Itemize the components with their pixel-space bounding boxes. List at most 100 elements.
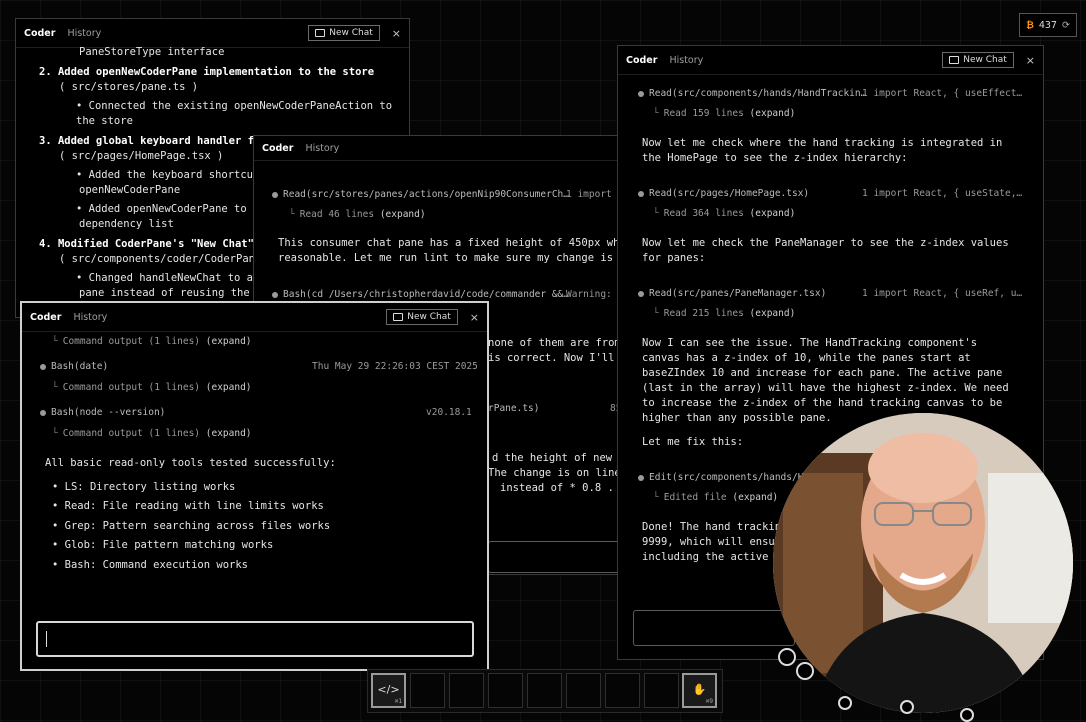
status-dot	[638, 474, 644, 481]
hotbar-slot[interactable]	[410, 673, 445, 708]
status-dot	[272, 291, 278, 298]
text-line: canvas has a z-index of 10, while the pa…	[642, 352, 971, 364]
tool-result: └ Read 364 lines (expand)	[653, 208, 796, 219]
text-line: Now I can see the issue. The HandTrackin…	[642, 337, 978, 349]
bullet-item: • Changed handleNewChat to alw	[76, 272, 266, 284]
tool-call-label: Bash(cd /Users/christopherdavid/code/com…	[283, 289, 569, 300]
summary-text: All basic read-only tools tested success…	[45, 457, 336, 469]
text-line: baseZIndex 10 and increase for each pane…	[642, 367, 1003, 379]
text-line: The change is on line	[488, 467, 621, 479]
tab-coder[interactable]: Coder	[262, 143, 293, 154]
chat-input[interactable]	[36, 621, 474, 657]
hotbar-slot[interactable]	[488, 673, 523, 708]
text-line: higher than any possible pane.	[642, 412, 832, 424]
chat-input[interactable]	[633, 610, 795, 646]
expand-link[interactable]: (expand)	[732, 492, 778, 503]
balance-counter[interactable]: ₿ 437 ⟳	[1019, 13, 1077, 37]
tool-call: Bash(date)	[40, 359, 108, 374]
tool-call: Read(src/stores/panes/actions/openNip90C…	[272, 187, 569, 202]
list-item-label: Read: File reading with line limits work…	[64, 500, 324, 512]
close-icon[interactable]: ×	[1026, 54, 1035, 67]
bullet-item: dependency list	[79, 218, 174, 230]
text-line: to increase the z-index of the hand trac…	[642, 397, 1003, 409]
pane-header: Coder History New Chat ×	[618, 46, 1043, 75]
tab-history[interactable]: History	[73, 312, 107, 323]
refresh-icon[interactable]: ⟳	[1062, 20, 1070, 31]
tool-call-label: Bash(node --version)	[51, 407, 166, 418]
bullet-item: the store	[76, 115, 133, 127]
new-chat-button[interactable]: New Chat	[386, 309, 458, 325]
text-line: instead of * 0.8 .	[500, 482, 614, 494]
hand-tracking-marker	[778, 648, 796, 666]
list-item: 4. Modified CoderPane's "New Chat"	[39, 238, 254, 250]
bullet-item: pane instead of reusing the	[79, 287, 250, 299]
tool-result: └ Command output (1 lines) (expand)	[52, 428, 252, 439]
balance-value: 437	[1038, 19, 1057, 31]
tab-coder[interactable]: Coder	[24, 28, 55, 39]
new-chat-label: New Chat	[407, 312, 451, 322]
tool-call-label: Edit(src/components/hands/Ha	[649, 472, 810, 483]
new-chat-label: New Chat	[329, 28, 373, 38]
tool-call-label: Read(src/pages/HomePage.tsx)	[649, 188, 810, 199]
tab-history[interactable]: History	[669, 55, 703, 66]
close-icon[interactable]: ×	[470, 311, 479, 324]
list-item: • Bash: Command execution works	[52, 559, 248, 571]
expand-link[interactable]: (expand)	[380, 209, 426, 220]
hotbar-slot-code[interactable]: </> ⌘1	[371, 673, 406, 708]
expand-link[interactable]: (expand)	[750, 208, 796, 219]
close-icon[interactable]: ×	[392, 27, 401, 40]
new-chat-button[interactable]: New Chat	[308, 25, 380, 41]
hand-tracking-marker	[838, 696, 852, 710]
text-line: the HomePage to see the z-index hierarch…	[642, 152, 908, 164]
tab-coder[interactable]: Coder	[626, 55, 657, 66]
text-line: d the height of new c	[492, 452, 625, 464]
expand-link[interactable]: (expand)	[206, 336, 252, 347]
list-item: • Grep: Pattern searching across files w…	[52, 520, 331, 532]
list-item-label: Bash: Command execution works	[64, 559, 248, 571]
tab-history[interactable]: History	[67, 28, 101, 39]
hotbar-slot[interactable]	[449, 673, 484, 708]
hotbar-slot[interactable]	[566, 673, 601, 708]
tool-result-label: Command output (1 lines)	[62, 382, 201, 393]
tool-call: Bash(node --version)	[40, 405, 165, 420]
tool-call-meta: 1 import React, { useState,…	[862, 188, 1023, 199]
list-item-label: LS: Directory listing works	[64, 481, 236, 493]
hand-tracking-marker	[796, 662, 814, 680]
file-path: ( src/pages/HomePage.tsx )	[59, 150, 224, 162]
list-item: 2. Added openNewCoderPane implementation…	[39, 66, 375, 78]
list-item: • Glob: File pattern matching works	[52, 539, 274, 551]
tool-result: └ Command output (1 lines) (expand)	[52, 336, 252, 347]
tab-history[interactable]: History	[305, 143, 339, 154]
hotbar-slot[interactable]	[527, 673, 562, 708]
hotbar-slot-hand[interactable]: ✋ ⌘9	[682, 673, 717, 708]
expand-link[interactable]: (expand)	[206, 428, 252, 439]
bitcoin-icon: ₿	[1026, 19, 1034, 31]
tool-call-label: Read(src/stores/panes/actions/openNip90C…	[283, 189, 569, 200]
hotbar: </> ⌘1 ✋ ⌘9	[367, 669, 723, 713]
code-icon: </>	[377, 683, 400, 696]
pane-header: Coder History New Chat ×	[16, 19, 409, 48]
tool-result: └ Read 46 lines (expand)	[289, 209, 426, 220]
chat-icon	[949, 56, 960, 64]
chat-input[interactable]	[488, 541, 620, 573]
tab-coder[interactable]: Coder	[30, 312, 61, 323]
hotbar-slot[interactable]	[644, 673, 679, 708]
text-line: is correct. Now I'll	[488, 352, 615, 364]
text-line: Done! The hand trackin	[642, 521, 782, 533]
status-dot	[272, 191, 278, 198]
status-dot	[40, 363, 46, 370]
tool-call-meta: 1 import	[566, 189, 612, 200]
expand-link[interactable]: (expand)	[750, 308, 796, 319]
status-dot	[638, 290, 644, 297]
expand-link[interactable]: (expand)	[750, 108, 796, 119]
text-line: 9999, which will ensu	[642, 536, 775, 548]
expand-link[interactable]: (expand)	[206, 382, 252, 393]
tool-call: rPane.ts)	[488, 403, 540, 414]
hotbar-slot[interactable]	[605, 673, 640, 708]
tool-result: └ Edited file (expand)	[653, 492, 779, 503]
tool-call-meta: 1 import React, { useEffect…	[862, 88, 1023, 99]
text-line: Let me fix this:	[642, 436, 744, 448]
text-line: Now let me check the PaneManager to see …	[642, 237, 1009, 249]
new-chat-button[interactable]: New Chat	[942, 52, 1014, 68]
list-item-label: Glob: File pattern matching works	[64, 539, 274, 551]
